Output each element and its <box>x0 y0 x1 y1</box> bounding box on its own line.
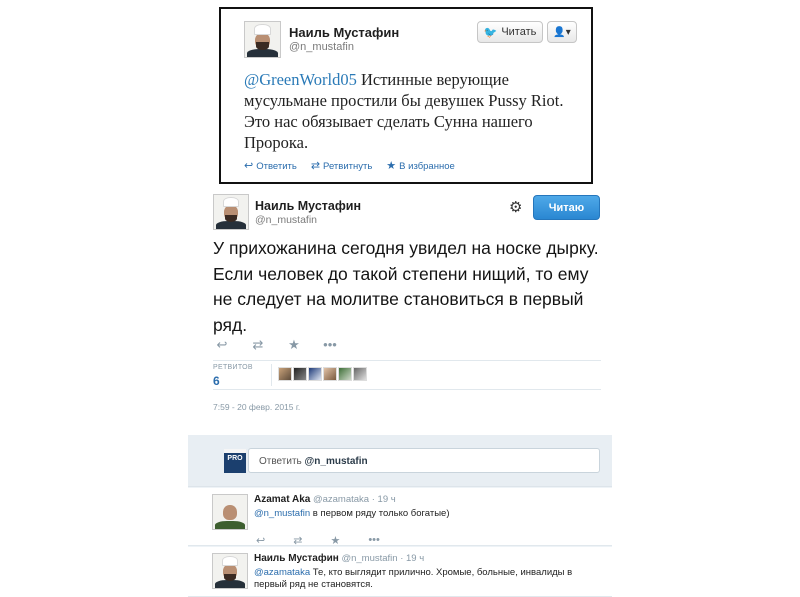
reply-text: @azamataka Те, кто выглядит прилично. Хр… <box>254 567 584 591</box>
following-button[interactable]: Читаю <box>533 195 600 220</box>
retweet-icon[interactable]: ⇄ <box>251 337 265 353</box>
star-icon[interactable]: ★ <box>287 337 301 353</box>
gear-icon[interactable]: ⚙ <box>509 198 522 216</box>
retweeter-avatar[interactable] <box>308 367 322 381</box>
reply-meta: Azamat Aka @azamataka · 19 ч <box>254 494 396 505</box>
tweet-text: @GreenWorld05 Истинные верующие мусульма… <box>244 69 584 153</box>
reply-compose-bar: PRO Ответить @n_mustafin <box>188 435 612 487</box>
favorite-action[interactable]: ★ В избранное <box>386 159 454 172</box>
retweet-icon: ⇄ <box>310 160 321 172</box>
reply-author-avatar[interactable] <box>212 553 248 589</box>
retweet-action[interactable]: ⇄ Ретвитнуть <box>311 159 372 172</box>
reply-tweet[interactable]: Azamat Aka @azamataka · 19 ч @n_mustafin… <box>188 488 612 547</box>
twitter-bird-icon: 🐦 <box>483 26 498 39</box>
reply-actions: ↩ ⇄ ★ ••• <box>256 534 380 547</box>
more-icon[interactable]: ••• <box>368 534 380 547</box>
reply-icon[interactable]: ↩ <box>215 337 229 353</box>
tweet-detail: Наиль Мустафин @n_mustafin ⚙ Читаю У при… <box>200 190 612 420</box>
reply-time[interactable]: · 19 ч <box>372 494 396 505</box>
tweet-actions: ↩ ⇄ ★ ••• <box>215 337 337 353</box>
retweets-count[interactable]: 6 <box>213 374 220 388</box>
reply-input-prefix: Ответить <box>259 456 305 467</box>
favorite-label: В избранное <box>399 161 455 172</box>
author-name[interactable]: Наиль Мустафин <box>289 25 399 40</box>
reply-input[interactable]: Ответить @n_mustafin <box>248 448 600 473</box>
reply-author-handle[interactable]: @n_mustafin <box>341 553 397 564</box>
retweets-label: РЕТВИТОВ <box>213 364 253 371</box>
user-logo: PRO <box>224 449 246 473</box>
replies-section: PRO Ответить @n_mustafin Azamat Aka @aza… <box>188 435 612 597</box>
reply-author-handle[interactable]: @azamataka <box>313 494 369 505</box>
user-actions-dropdown[interactable]: 👤 ▾ <box>547 21 577 43</box>
author-avatar[interactable] <box>213 194 249 230</box>
divider <box>213 389 601 390</box>
follow-button-label: Читать <box>501 26 537 38</box>
retweeter-avatar[interactable] <box>293 367 307 381</box>
reply-body: в первом ряду только богатые) <box>310 508 450 519</box>
tweet-actions: ↩ Ответить ⇄ Ретвитнуть ★ В избранное <box>244 159 455 172</box>
reply-text: @n_mustafin в первом ряду только богатые… <box>254 508 584 520</box>
author-name[interactable]: Наиль Мустафин <box>255 199 361 213</box>
tweet-timestamp[interactable]: 7:59 - 20 февр. 2015 г. <box>213 402 300 412</box>
reply-author-name[interactable]: Azamat Aka <box>254 494 310 505</box>
reply-action[interactable]: ↩ Ответить <box>244 159 297 172</box>
reply-tweet[interactable]: Наиль Мустафин @n_mustafin · 19 ч @azama… <box>188 547 612 597</box>
embedded-tweet-card: Наиль Мустафин @n_mustafin 🐦 Читать 👤 ▾ … <box>219 7 593 184</box>
divider <box>213 360 601 361</box>
mention-link[interactable]: @GreenWorld05 <box>244 70 357 89</box>
retweeter-avatar[interactable] <box>323 367 337 381</box>
mention-link[interactable]: @azamataka <box>254 567 310 578</box>
reply-author-avatar[interactable] <box>212 494 248 530</box>
retweet-icon[interactable]: ⇄ <box>293 534 302 547</box>
reply-author-name[interactable]: Наиль Мустафин <box>254 553 339 564</box>
divider <box>271 364 272 386</box>
reply-label: Ответить <box>256 161 297 172</box>
star-icon[interactable]: ★ <box>330 534 340 547</box>
retweeter-avatar[interactable] <box>338 367 352 381</box>
reply-time[interactable]: · 19 ч <box>400 553 424 564</box>
retweet-label: Ретвитнуть <box>323 161 373 172</box>
user-icon: 👤 <box>553 26 566 38</box>
retweeter-avatars <box>278 367 367 381</box>
follow-button[interactable]: 🐦 Читать <box>477 21 543 43</box>
tweet-text: У прихожанина сегодня увидел на носке ды… <box>213 238 599 335</box>
author-handle[interactable]: @n_mustafin <box>289 41 354 53</box>
author-handle[interactable]: @n_mustafin <box>255 214 317 226</box>
reply-icon[interactable]: ↩ <box>256 534 265 547</box>
author-avatar[interactable] <box>244 21 281 58</box>
chevron-down-icon: ▾ <box>565 26 571 38</box>
mention-link[interactable]: @n_mustafin <box>254 508 310 519</box>
reply-input-mention: @n_mustafin <box>304 456 368 467</box>
retweeter-avatar[interactable] <box>353 367 367 381</box>
star-icon: ★ <box>386 160 397 172</box>
retweeter-avatar[interactable] <box>278 367 292 381</box>
reply-meta: Наиль Мустафин @n_mustafin · 19 ч <box>254 553 424 564</box>
reply-icon: ↩ <box>244 160 254 172</box>
more-icon[interactable]: ••• <box>323 337 337 353</box>
